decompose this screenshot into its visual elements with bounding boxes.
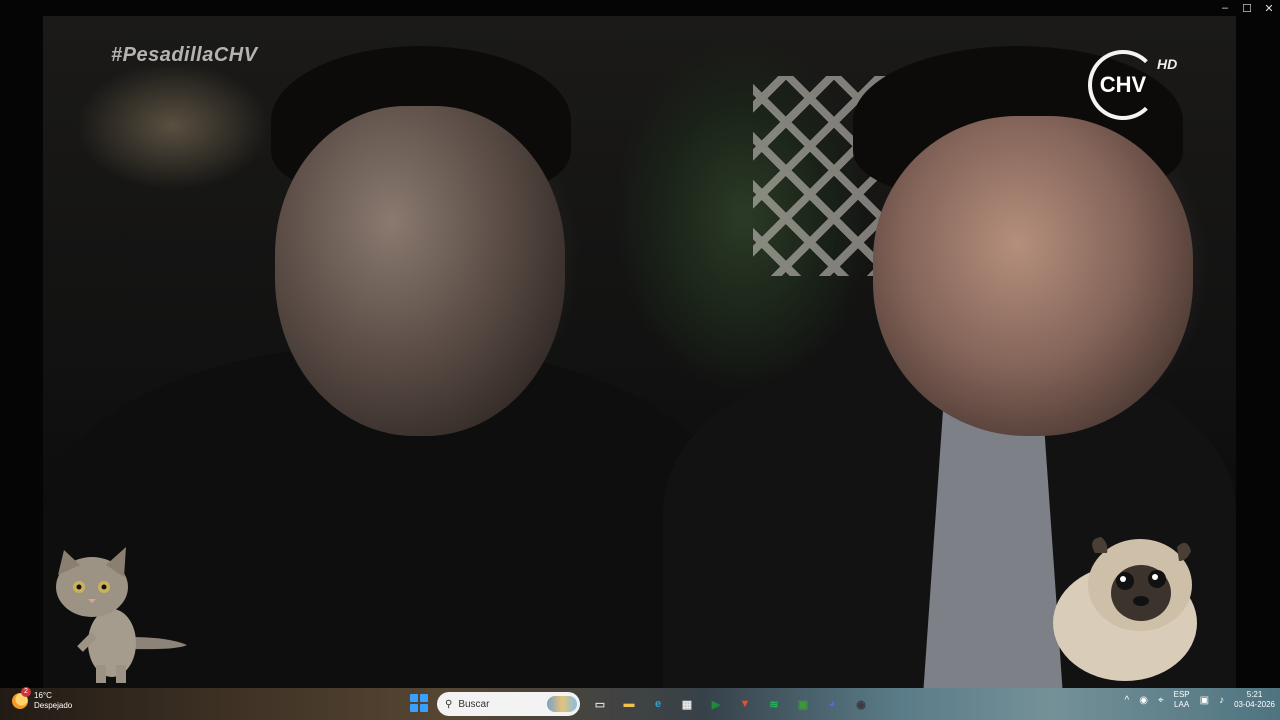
input-language[interactable]: ESP LAA — [1174, 690, 1190, 710]
cat-pet-icon[interactable] — [34, 545, 189, 685]
search-highlight-icon — [547, 696, 577, 712]
obs-icon[interactable]: ◉ — [851, 694, 871, 714]
minecraft-icon[interactable]: ▣ — [793, 694, 813, 714]
search-placeholder: Buscar — [458, 698, 490, 710]
clock-time: 5:21 — [1246, 690, 1263, 699]
maximize-button[interactable]: ☐ — [1236, 0, 1258, 16]
task-view-icon[interactable]: ▭ — [590, 694, 610, 714]
show-hashtag: #PesadillaCHV — [111, 44, 258, 66]
chevron-up-icon[interactable]: ^ — [1125, 695, 1130, 706]
file-explorer-icon[interactable]: ▬ — [619, 694, 639, 714]
system-tray: ^ ◉ ⌖ ESP LAA ▣ ♪ 5:21 03-04-2026 — [1125, 690, 1275, 710]
right-person-face — [873, 116, 1193, 436]
weather-text: 16°C Despejado — [34, 691, 72, 711]
edge-icon[interactable]: e — [648, 694, 668, 714]
window-controls: – ☐ ✕ — [1214, 0, 1280, 16]
taskbar-search[interactable]: ⚲ Buscar — [437, 692, 580, 716]
right-person-shirt — [923, 396, 1063, 688]
keyboard-layout: LAA — [1174, 700, 1190, 709]
spotify-icon[interactable]: ≋ — [764, 694, 784, 714]
windows-logo-pane — [410, 704, 418, 712]
channel-logo: CHV — [1088, 50, 1158, 120]
notification-badge: 2 — [21, 687, 31, 697]
location-icon[interactable]: ⌖ — [1158, 695, 1164, 706]
clock-date: 03-04-2026 — [1234, 700, 1275, 709]
obs-tray-icon[interactable]: ◉ — [1139, 695, 1148, 706]
windows-logo-pane — [420, 694, 428, 702]
close-button[interactable]: ✕ — [1258, 0, 1280, 16]
search-icon: ⚲ — [445, 698, 453, 710]
brave-icon[interactable]: ▼ — [735, 694, 755, 714]
video-player-window: – ☐ ✕ #PesadillaCHV CHV HD — [0, 0, 1280, 688]
discord-icon[interactable]: ◕ — [822, 694, 842, 714]
taskbar: 2 16°C Despejado ⚲ Buscar ▭ ▬ e ▦ ▶ ▼ ≋ ▣ ◕ ◉ ^ ◉… — [0, 687, 1280, 720]
pug-pet-icon[interactable] — [1045, 523, 1205, 683]
hd-badge: HD — [1157, 56, 1178, 72]
sun-icon: 2 — [12, 687, 31, 709]
weather-condition: Despejado — [34, 701, 73, 710]
app-green-icon[interactable]: ▶ — [706, 694, 726, 714]
weather-temperature: 16°C — [34, 691, 52, 700]
monitor-icon[interactable]: ▣ — [1200, 695, 1209, 706]
language-code: ESP — [1173, 690, 1190, 699]
weather-widget[interactable]: 2 16°C Despejado — [12, 687, 72, 711]
clock[interactable]: 5:21 03-04-2026 — [1234, 690, 1275, 710]
microsoft-store-icon[interactable]: ▦ — [677, 694, 697, 714]
left-person-face — [275, 106, 565, 436]
windows-logo-pane — [410, 694, 418, 702]
windows-logo-pane — [420, 704, 428, 712]
start-button[interactable] — [410, 694, 428, 712]
minimize-button[interactable]: – — [1214, 0, 1236, 16]
volume-icon[interactable]: ♪ — [1219, 695, 1224, 706]
